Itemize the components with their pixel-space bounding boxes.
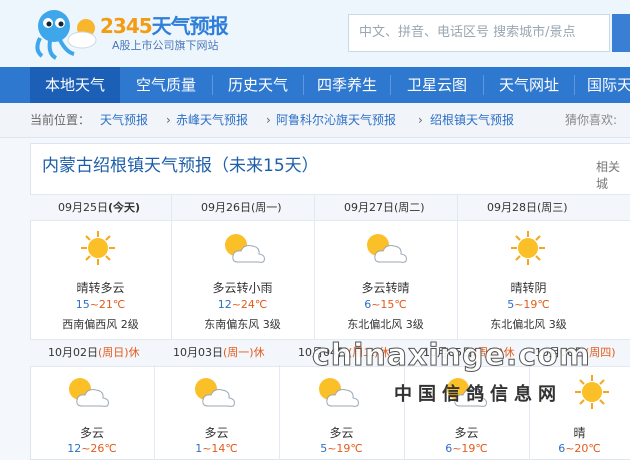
temperature-range: 12~24℃ xyxy=(217,298,268,311)
mascot-logo-icon[interactable] xyxy=(30,6,100,60)
nav-international[interactable]: 国际天 xyxy=(575,67,630,103)
temperature-range: 6~20℃ xyxy=(558,442,601,455)
wind-info: 西南偏西风 2级 xyxy=(62,318,139,331)
weather-condition: 多云 xyxy=(204,426,229,440)
watermark-sitename: 中国信鸽信息网 xyxy=(394,384,562,405)
page-title: 内蒙古绍根镇天气预报（未来15天） xyxy=(42,156,319,176)
site-tagline: A股上市公司旗下网站 xyxy=(112,39,219,52)
wind-info: 东南偏东风 3级 xyxy=(204,318,281,331)
breadcrumb-item[interactable]: 绍根镇天气预报 xyxy=(430,103,514,137)
nav-history[interactable]: 历史天气 xyxy=(213,67,303,103)
weather-condition: 多云转小雨 xyxy=(212,281,273,295)
weather-condition: 晴转多云 xyxy=(76,281,125,295)
weather-condition: 多云转晴 xyxy=(361,281,410,295)
main-nav: 本地天气 空气质量 历史天气 四季养生 卫星云图 天气网址 国际天 xyxy=(0,67,630,103)
day-header: 09月26日(周一) xyxy=(201,201,282,214)
temperature-range: 5~19℃ xyxy=(507,298,550,311)
nav-air-quality[interactable]: 空气质量 xyxy=(120,67,212,103)
partly-cloudy-icon xyxy=(319,378,359,407)
nav-weather-sites[interactable]: 天气网址 xyxy=(484,67,574,103)
temperature-range: 12~26℃ xyxy=(67,442,117,455)
temperature-range: 15~21℃ xyxy=(75,298,126,311)
city-search-input[interactable]: 中文、拼音、电话区号 搜索城市/景点 xyxy=(348,14,610,52)
nav-local-weather[interactable]: 本地天气 xyxy=(30,67,120,103)
breadcrumb-sep: › xyxy=(418,113,423,127)
search-button[interactable] xyxy=(612,14,630,52)
site-header: 2345天气预报 A股上市公司旗下网站 中文、拼音、电话区号 搜索城市/景点 xyxy=(0,0,630,67)
day-header: 09月25日(今天) xyxy=(58,201,141,214)
partly-cloudy-icon xyxy=(195,378,235,407)
breadcrumb-prefix: 当前位置： xyxy=(30,113,91,127)
weather-condition: 多云 xyxy=(79,426,104,440)
weather-condition: 晴 xyxy=(573,426,586,440)
day-header: 10月02日(周日)休 xyxy=(48,346,140,359)
forecast-row1-header: 09月25日(今天) 09月26日(周一) 09月27日(周二) 09月28日(… xyxy=(30,194,630,221)
day-header: 09月28日(周三) xyxy=(487,201,568,214)
sunny-icon xyxy=(575,375,609,409)
partly-cloudy-icon xyxy=(367,234,407,263)
breadcrumb-item[interactable]: 天气预报 xyxy=(100,103,148,137)
temperature-range: 1~14℃ xyxy=(195,442,238,455)
temperature-range: 6~19℃ xyxy=(445,442,488,455)
wind-info: 东北偏北风 3级 xyxy=(490,318,567,331)
weather-condition: 多云 xyxy=(454,426,479,440)
related-cities-link[interactable]: 相关城 xyxy=(596,158,630,192)
nav-satellite[interactable]: 卫星云图 xyxy=(391,67,483,103)
weather-condition: 多云 xyxy=(329,426,354,440)
nav-seasons-health[interactable]: 四季养生 xyxy=(304,67,390,103)
weather-condition: 晴转阴 xyxy=(510,281,547,295)
temperature-range: 6~15℃ xyxy=(364,298,407,311)
breadcrumb-sep: › xyxy=(266,113,271,127)
breadcrumb: 当前位置： 天气预报 › 赤峰天气预报 › 阿鲁科尔沁旗天气预报 › 绍根镇天气… xyxy=(0,103,630,138)
breadcrumb-item[interactable]: 阿鲁科尔沁旗天气预报 xyxy=(276,103,396,137)
temperature-range: 5~19℃ xyxy=(320,442,363,455)
wind-info: 东北偏北风 3级 xyxy=(347,318,424,331)
day-header: 10月03日(周一)休 xyxy=(173,346,265,359)
site-brand[interactable]: 2345天气预报 xyxy=(100,10,229,39)
sunny-icon xyxy=(81,231,115,265)
breadcrumb-sep: › xyxy=(166,113,171,127)
day-header: 09月27日(周二) xyxy=(344,201,425,214)
sunny-icon xyxy=(511,231,545,265)
partly-cloudy-icon xyxy=(225,234,265,263)
breadcrumb-item[interactable]: 赤峰天气预报 xyxy=(176,103,248,137)
watermark-domain: chinaxinge.com xyxy=(312,338,591,374)
partly-cloudy-icon xyxy=(69,378,109,407)
guess-you-like: 猜你喜欢: xyxy=(565,113,618,127)
